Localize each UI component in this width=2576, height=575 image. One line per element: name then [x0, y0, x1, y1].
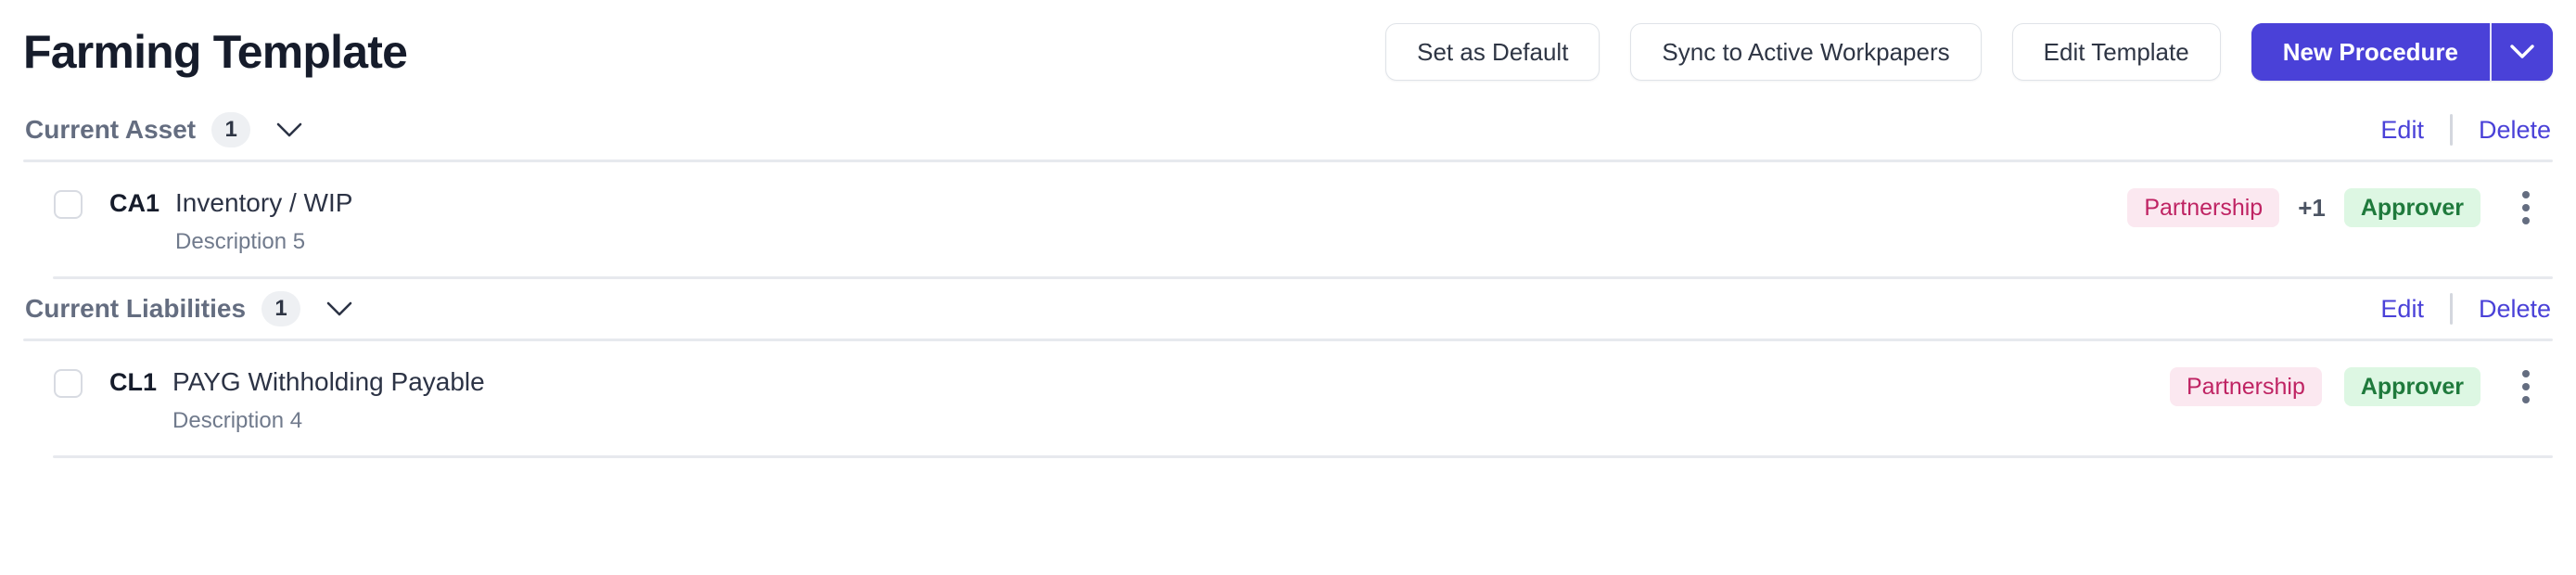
kebab-dot — [2522, 396, 2530, 403]
section-count-badge: 1 — [211, 112, 251, 147]
more-entities-count[interactable]: +1 — [2298, 194, 2326, 223]
row-left: CA1 Inventory / WIP Description 5 — [23, 185, 352, 256]
kebab-dot — [2522, 217, 2530, 224]
row-body: PAYG Withholding Payable Description 4 — [172, 364, 485, 435]
kebab-dot — [2522, 191, 2530, 198]
row-description: Description 5 — [175, 229, 306, 254]
row-right: Partnership +1 Approver — [2127, 185, 2551, 227]
section-header: Current Asset 1 Edit Delete — [23, 100, 2553, 160]
row-code: CA1 — [109, 189, 160, 217]
row-menu-button[interactable] — [2501, 191, 2551, 224]
template-detail-page: Farming Template Set as Default Sync to … — [0, 0, 2576, 575]
new-procedure-dropdown-button[interactable] — [2492, 23, 2553, 81]
section-current-liabilities: Current Liabilities 1 Edit Delete CL1 PA… — [23, 279, 2553, 458]
entity-tag: Partnership — [2170, 367, 2322, 406]
row-menu-button[interactable] — [2501, 370, 2551, 403]
table-row[interactable]: CA1 Inventory / WIP Description 5 Partne… — [23, 162, 2553, 276]
kebab-dot — [2522, 370, 2530, 377]
page-title: Farming Template — [23, 26, 408, 78]
section-delete-link[interactable]: Delete — [2479, 295, 2551, 324]
row-left: CL1 PAYG Withholding Payable Description… — [23, 364, 485, 435]
section-header-left: Current Liabilities 1 — [25, 290, 358, 327]
section-edit-link[interactable]: Edit — [2380, 295, 2424, 324]
kebab-dot — [2522, 204, 2530, 211]
row-checkbox[interactable] — [54, 369, 83, 398]
role-tag: Approver — [2343, 367, 2480, 406]
row-body: Inventory / WIP Description 5 — [175, 185, 352, 256]
section-current-asset: Current Asset 1 Edit Delete CA1 Inventor… — [23, 100, 2553, 279]
row-description: Description 4 — [172, 408, 303, 433]
chevron-down-icon — [2510, 45, 2534, 58]
section-edit-link[interactable]: Edit — [2380, 116, 2424, 145]
link-separator — [2449, 293, 2453, 325]
link-separator — [2449, 114, 2453, 146]
kebab-dot — [2522, 383, 2530, 390]
row-title: Inventory / WIP — [175, 188, 353, 217]
section-title: Current Asset — [25, 115, 197, 144]
new-procedure-button[interactable]: New Procedure — [2251, 23, 2490, 81]
role-tag: Approver — [2343, 188, 2480, 227]
chevron-down-icon — [276, 122, 302, 136]
section-header: Current Liabilities 1 Edit Delete — [23, 279, 2553, 339]
entity-tag: Partnership — [2127, 188, 2280, 227]
section-title: Current Liabilities — [25, 294, 247, 323]
section-header-right: Edit Delete — [2380, 114, 2551, 146]
row-title: PAYG Withholding Payable — [172, 367, 485, 396]
section-delete-link[interactable]: Delete — [2479, 116, 2551, 145]
set-as-default-button[interactable]: Set as Default — [1385, 23, 1600, 81]
section-header-left: Current Asset 1 — [25, 111, 308, 148]
section-count-badge: 1 — [261, 291, 301, 326]
split-button-divider — [2490, 23, 2492, 81]
chevron-down-icon — [326, 301, 352, 315]
table-row[interactable]: CL1 PAYG Withholding Payable Description… — [23, 341, 2553, 455]
new-procedure-split-button: New Procedure — [2251, 23, 2553, 81]
header-actions: Set as Default Sync to Active Workpapers… — [1385, 23, 2553, 81]
section-collapse-toggle[interactable] — [271, 111, 308, 148]
row-divider — [53, 455, 2553, 458]
section-header-right: Edit Delete — [2380, 293, 2551, 325]
section-collapse-toggle[interactable] — [321, 290, 358, 327]
edit-template-button[interactable]: Edit Template — [2011, 23, 2221, 81]
sync-to-active-workpapers-button[interactable]: Sync to Active Workpapers — [1630, 23, 1982, 81]
page-header: Farming Template Set as Default Sync to … — [23, 0, 2553, 100]
row-code: CL1 — [109, 368, 158, 396]
row-checkbox[interactable] — [54, 190, 83, 219]
row-right: Partnership Approver — [2170, 364, 2551, 406]
